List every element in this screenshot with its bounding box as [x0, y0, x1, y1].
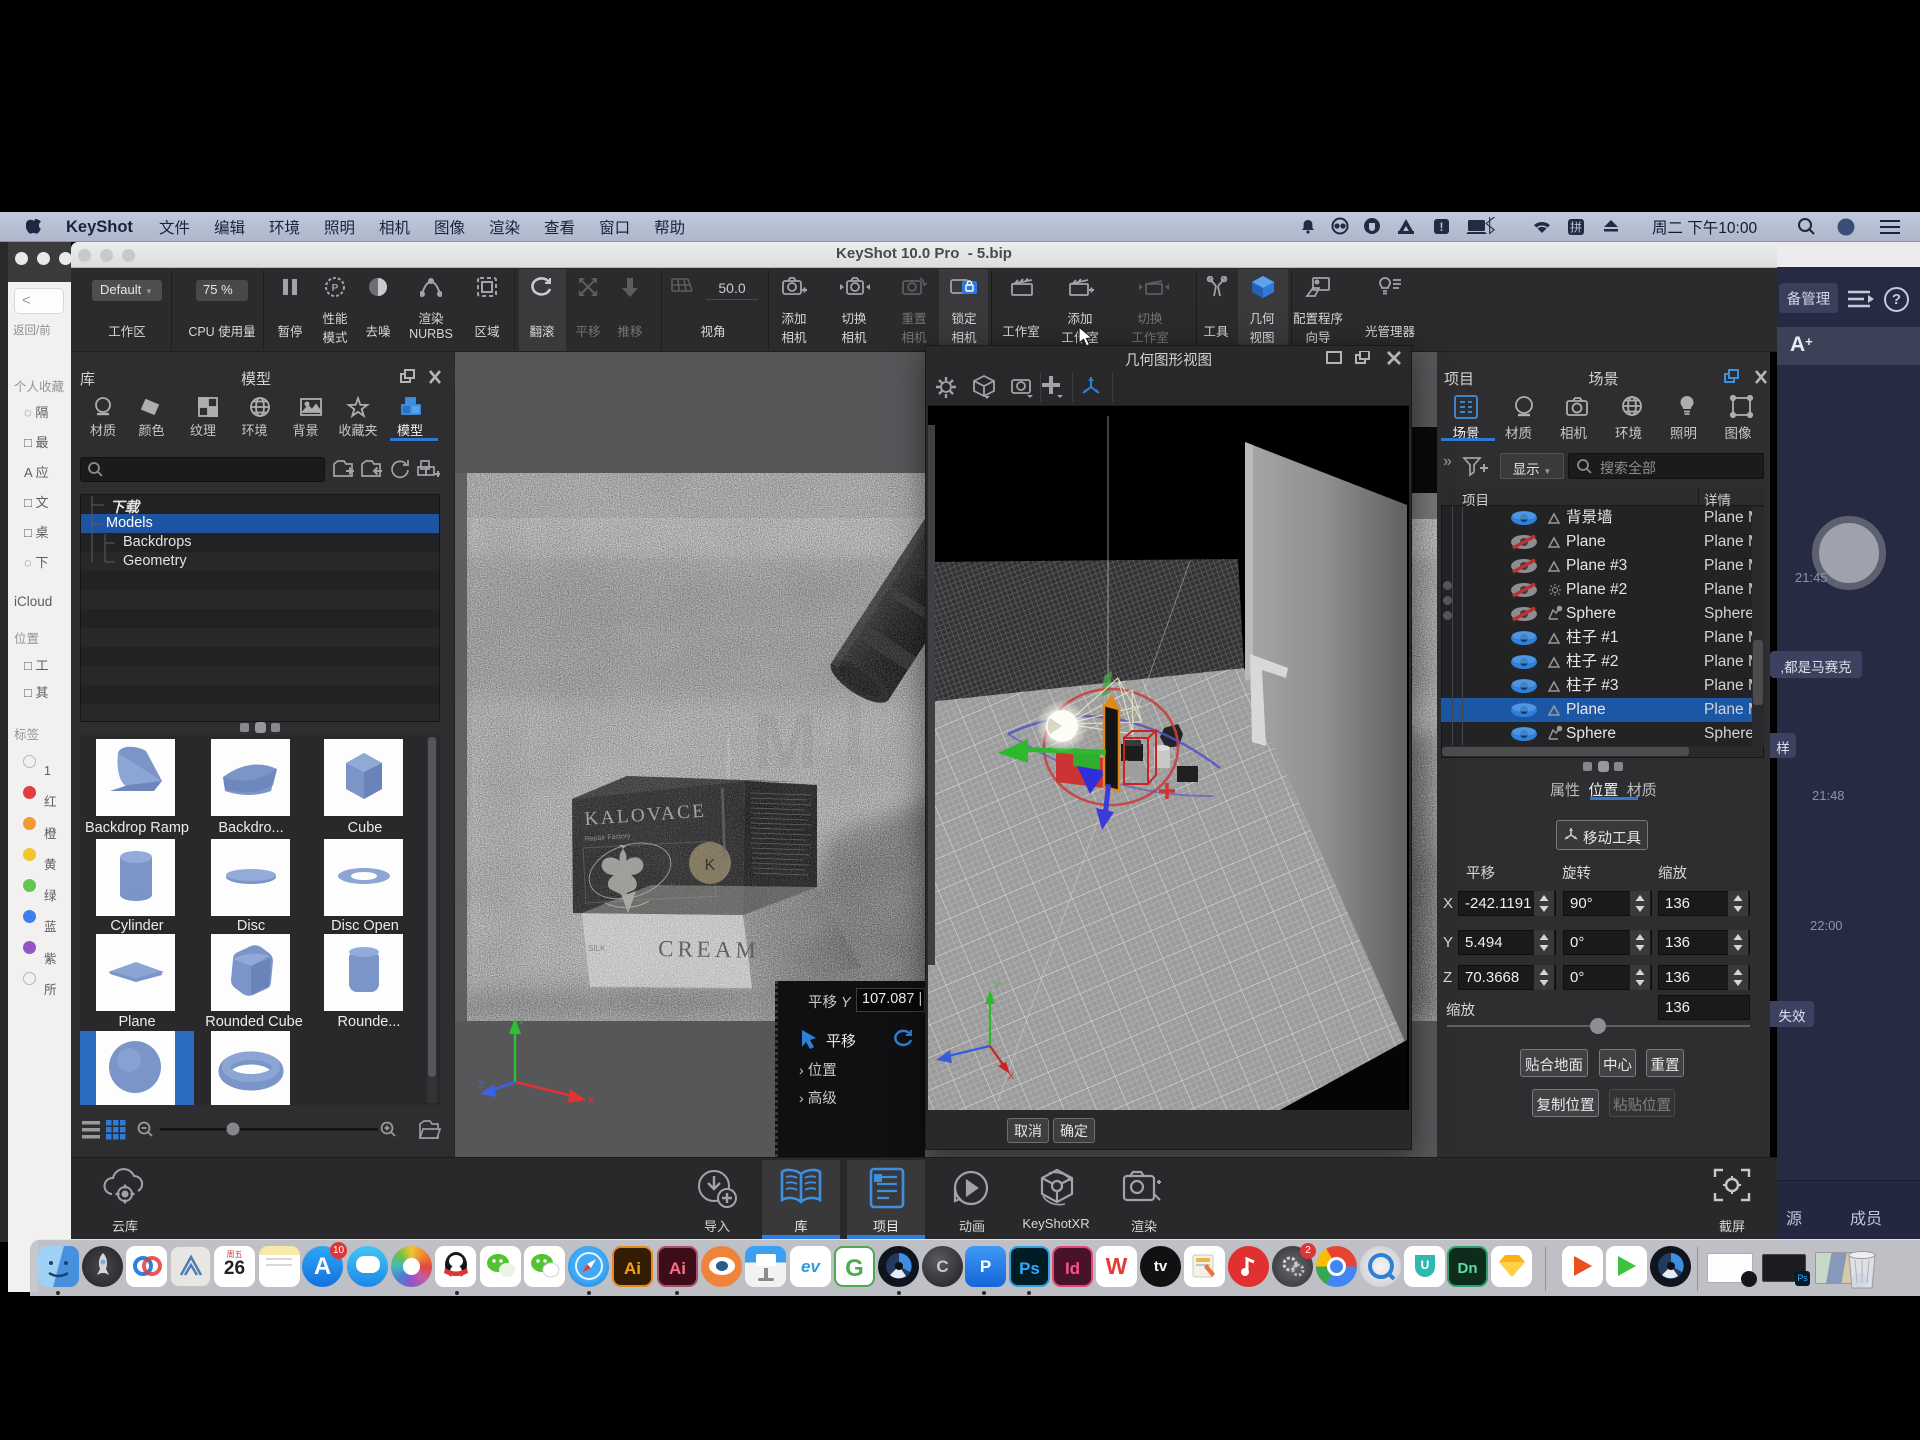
svg-text:U: U	[1420, 1258, 1429, 1272]
svg-text:Z: Z	[478, 1080, 484, 1091]
svg-text:拼: 拼	[1570, 221, 1582, 235]
svg-text:X: X	[1008, 1071, 1014, 1081]
svg-text:X: X	[588, 1095, 595, 1106]
svg-text:Y: Y	[994, 980, 1000, 990]
svg-text:!: !	[1440, 220, 1444, 234]
svg-text:Y: Y	[518, 1016, 525, 1027]
svg-text:P: P	[332, 283, 339, 294]
